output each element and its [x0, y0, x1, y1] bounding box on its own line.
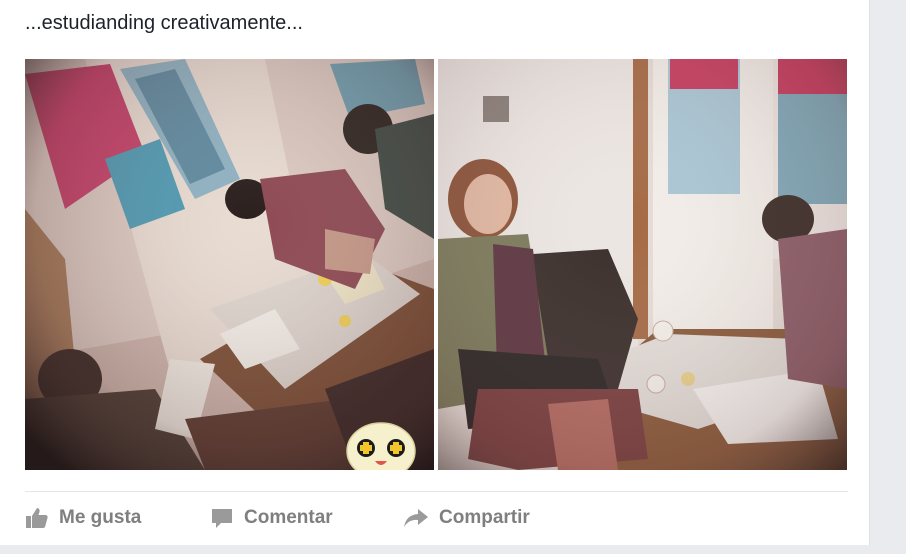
- post-photo-left[interactable]: [25, 59, 434, 470]
- share-arrow-icon: [403, 506, 429, 530]
- thumbs-up-icon: [25, 506, 49, 530]
- emoji-sticker-icon: [346, 422, 416, 470]
- photo-right-image: [438, 59, 847, 470]
- comment-bubble-icon: [210, 506, 234, 530]
- share-button[interactable]: Compartir: [403, 500, 530, 536]
- post-card: ...estudianding creativamente... Me gust…: [0, 0, 870, 545]
- comment-label: Comentar: [244, 507, 333, 528]
- post-caption: ...estudianding creativamente...: [25, 12, 303, 34]
- feed-gap: [0, 545, 870, 554]
- comment-button[interactable]: Comentar: [210, 500, 333, 536]
- post-actions-bar: Me gusta Comentar Compartir: [25, 500, 848, 536]
- actions-divider: [25, 491, 848, 492]
- photo-left-image: [25, 59, 434, 470]
- like-button[interactable]: Me gusta: [25, 500, 141, 536]
- like-label: Me gusta: [59, 507, 142, 528]
- share-label: Compartir: [439, 507, 530, 528]
- post-photo-right[interactable]: [438, 59, 847, 470]
